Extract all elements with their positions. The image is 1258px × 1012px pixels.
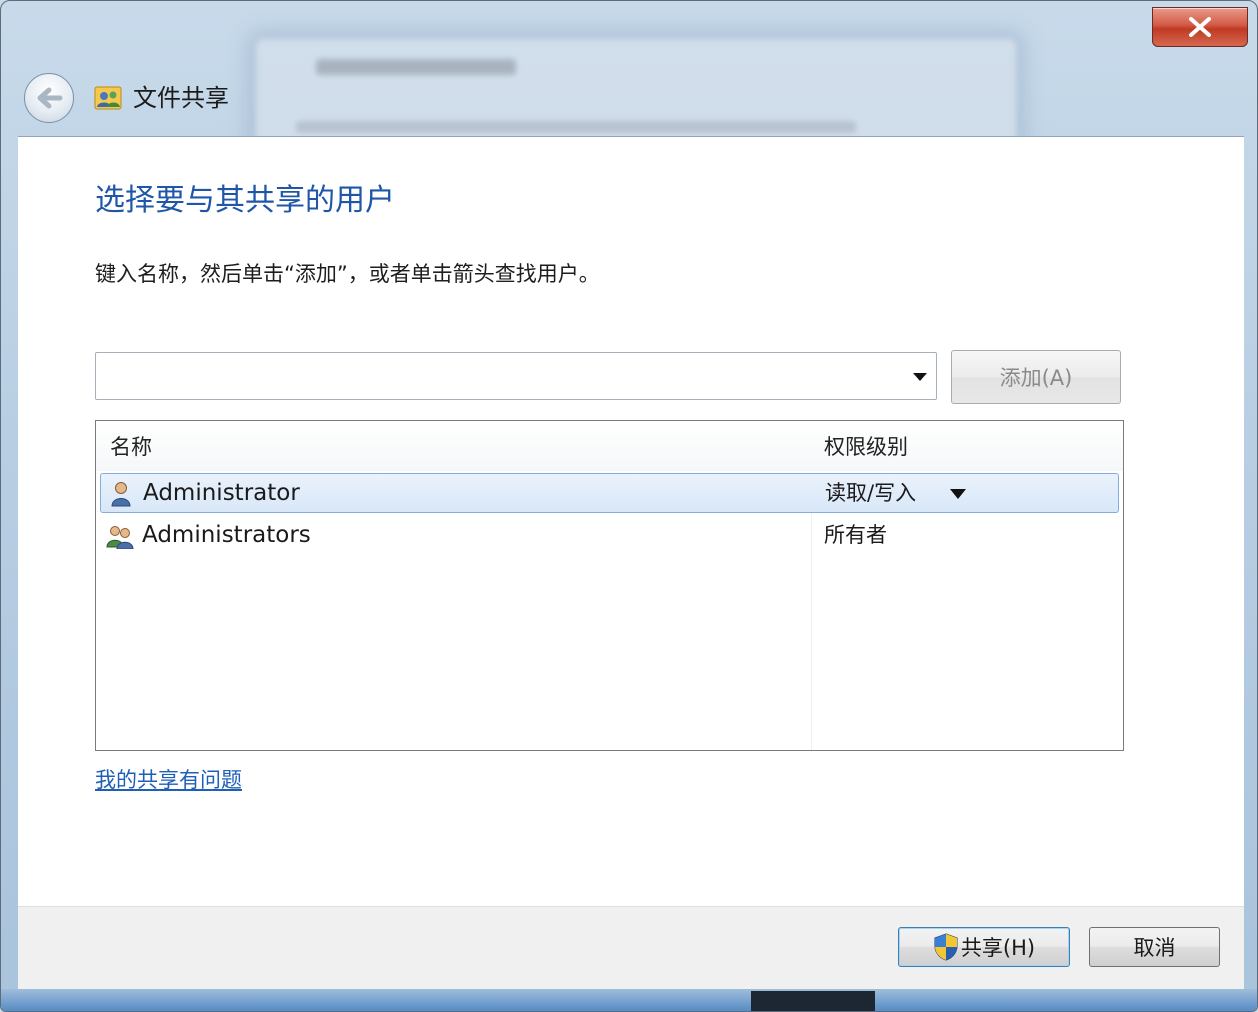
user-icon (111, 482, 131, 507)
chevron-down-icon[interactable] (912, 371, 928, 383)
user-name-combobox[interactable] (95, 352, 937, 400)
back-button[interactable] (24, 73, 74, 123)
add-button[interactable]: 添加(A) (951, 350, 1121, 404)
share-button[interactable]: 共享(H) (898, 927, 1070, 967)
page-title: 选择要与其共享的用户 (95, 183, 395, 218)
user-name: Administrators (142, 522, 311, 548)
share-button-label: 共享(H) (960, 936, 1036, 960)
column-divider (811, 473, 812, 750)
column-header-name[interactable]: 名称 (110, 431, 152, 461)
close-icon (1189, 17, 1211, 37)
content-area: 选择要与其共享的用户 键入名称，然后单击“添加”，或者单击箭头查找用户。 添加(… (18, 136, 1244, 907)
close-button[interactable] (1152, 7, 1248, 47)
chevron-down-icon[interactable] (949, 488, 967, 500)
instruction-text: 键入名称，然后单击“添加”，或者单击箭头查找用户。 (95, 262, 600, 286)
button-bar: 共享(H) 取消 (18, 906, 1244, 990)
dialog-window: 文件共享 选择要与其共享的用户 键入名称，然后单击“添加”，或者单击箭头查找用户… (0, 0, 1258, 1012)
taskbar-strip (1, 989, 1257, 1011)
file-share-icon (94, 86, 122, 110)
column-header-permission[interactable]: 权限级别 (824, 431, 908, 461)
list-item[interactable]: Administrator 读取/写入 (100, 473, 1119, 513)
user-list: 名称 权限级别 Administrator 读取/写入 Administrato… (95, 420, 1124, 751)
user-group-icon (106, 526, 134, 549)
list-header: 名称 权限级别 (96, 421, 1123, 471)
window-title: 文件共享 (133, 84, 229, 112)
uac-shield-icon (934, 933, 958, 961)
back-arrow-icon (37, 87, 63, 109)
list-item[interactable]: Administrators 所有者 (100, 516, 1119, 556)
user-name: Administrator (143, 480, 300, 506)
help-link[interactable]: 我的共享有问题 (95, 765, 242, 795)
cancel-button[interactable]: 取消 (1089, 927, 1220, 967)
permission-level: 所有者 (824, 523, 887, 547)
user-name-input[interactable] (96, 353, 896, 399)
taskbar-item (751, 991, 875, 1011)
permission-level[interactable]: 读取/写入 (825, 478, 916, 508)
